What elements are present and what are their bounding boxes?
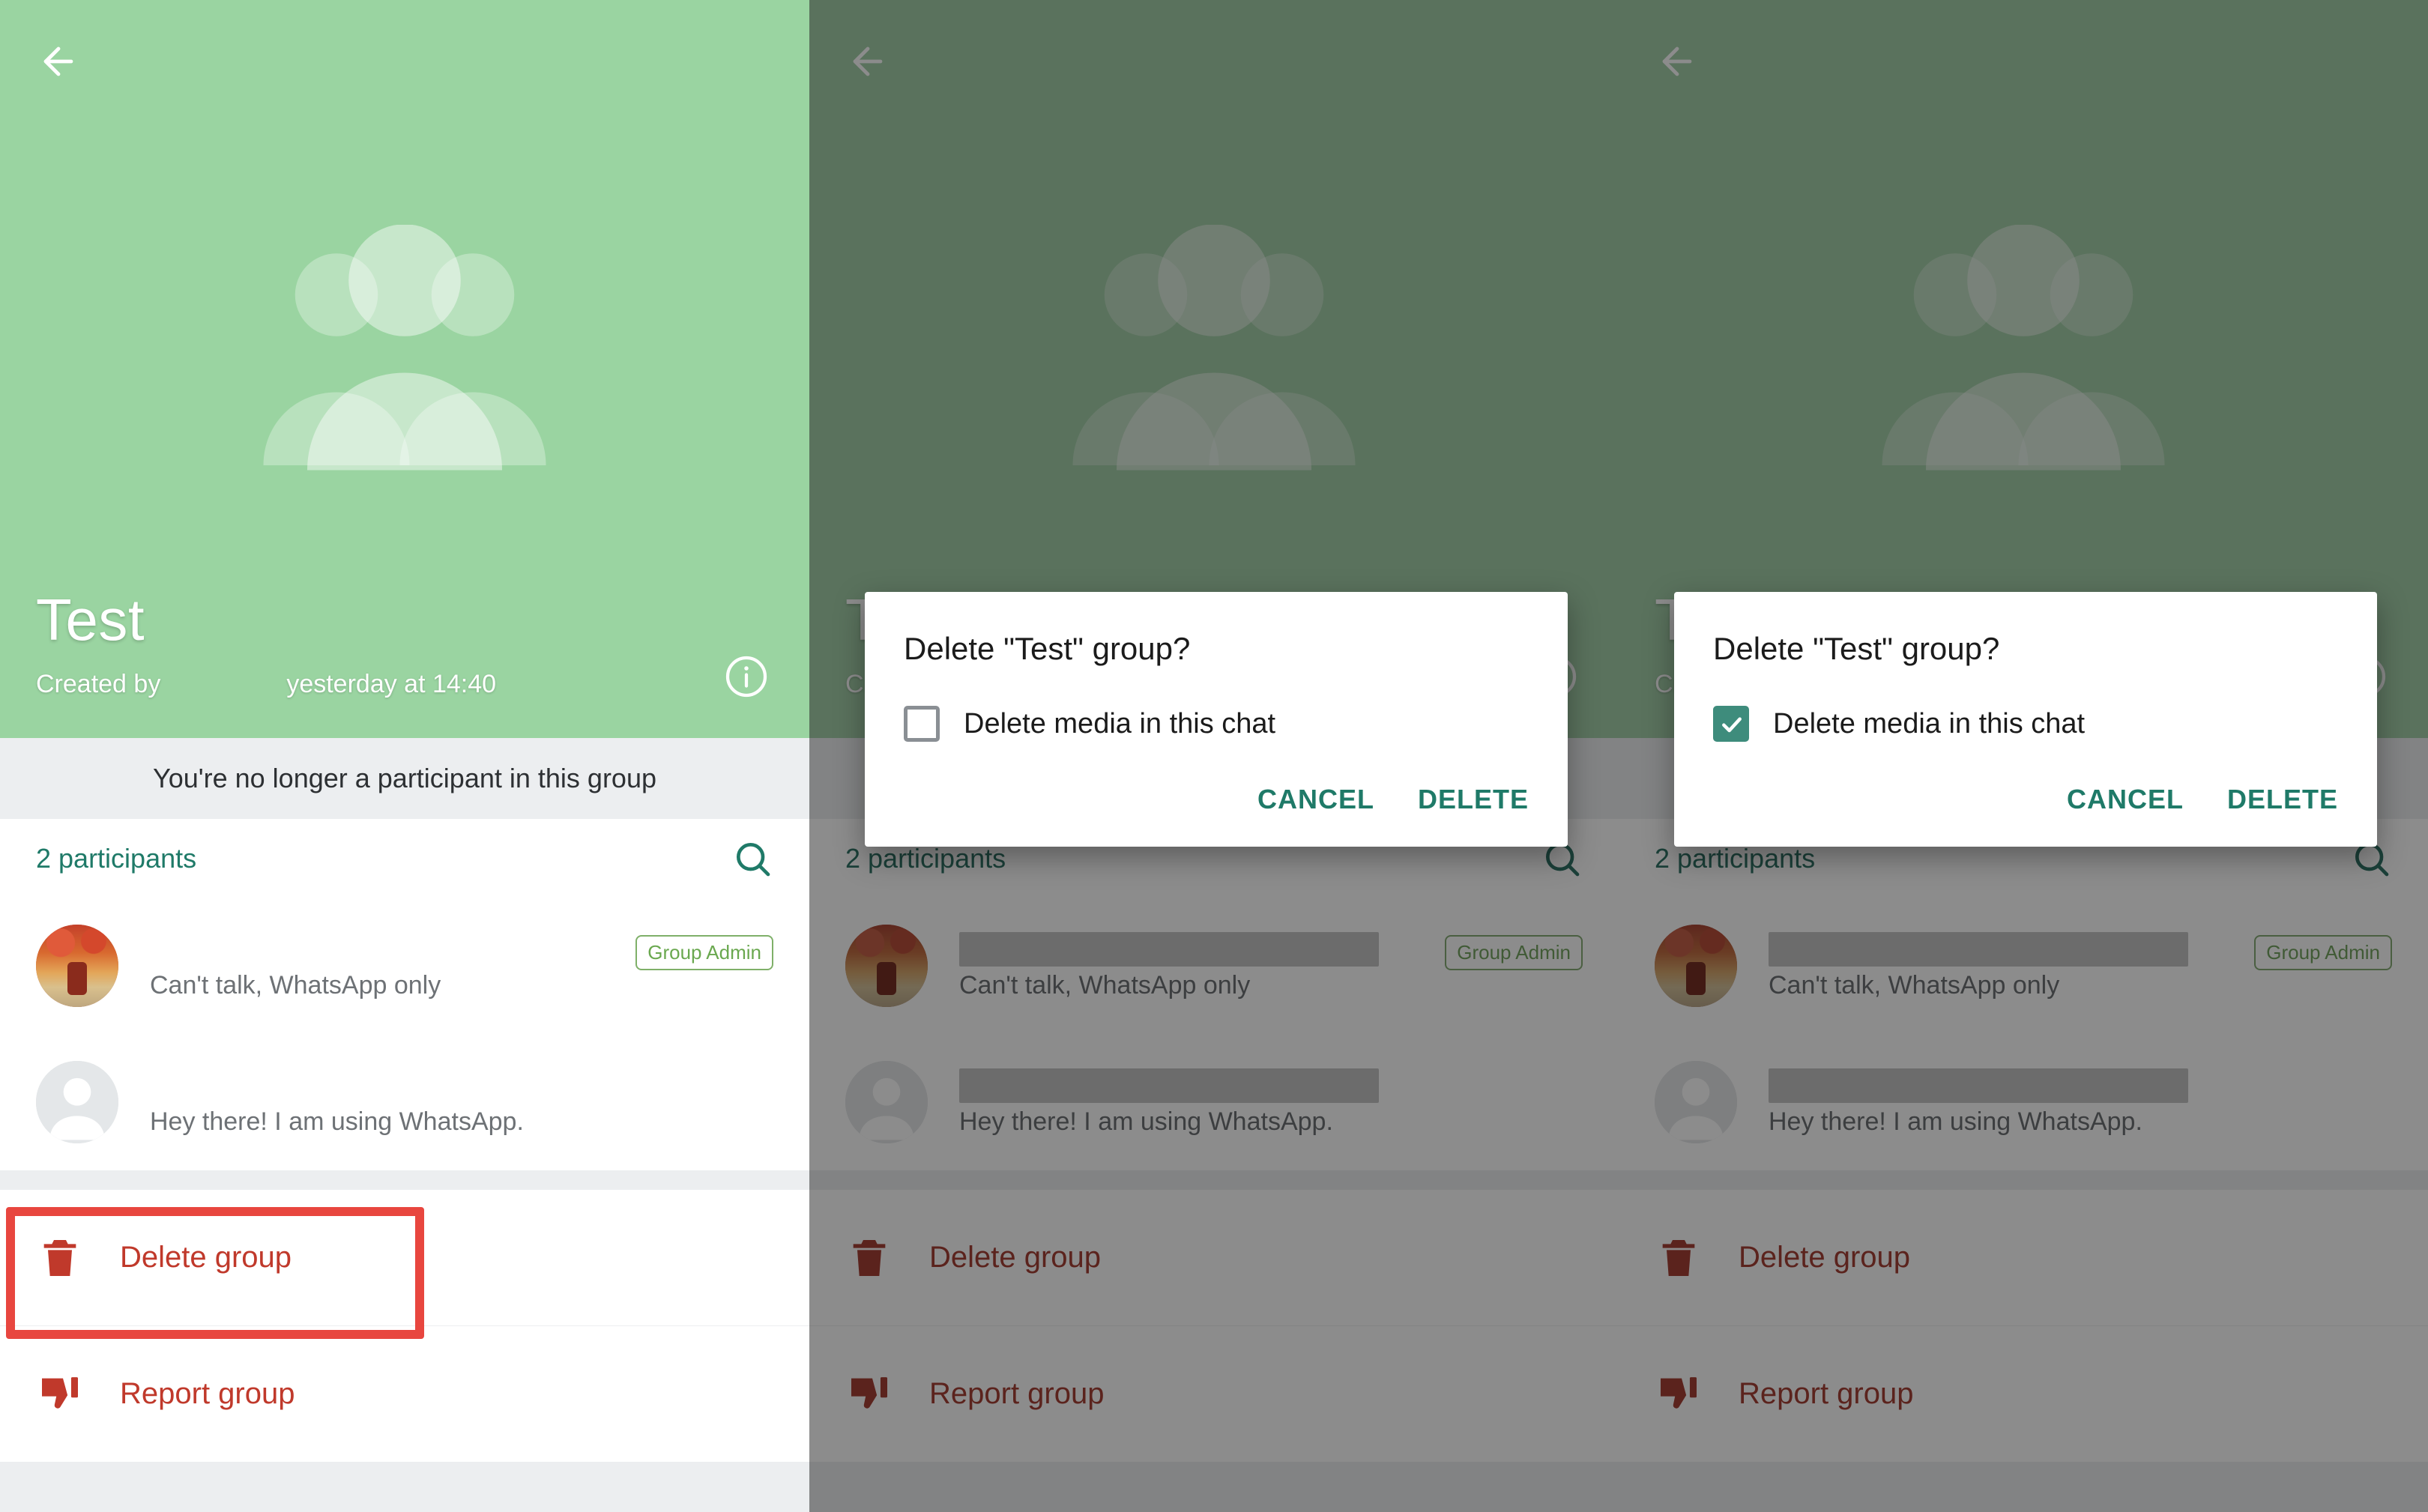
report-group-label: Report group	[929, 1377, 1105, 1410]
participant-status: Can't talk, WhatsApp only	[1769, 970, 2060, 1000]
group-title: Test	[36, 587, 145, 653]
participants-section: 2 participants Can't talk, WhatsApp only…	[809, 819, 1619, 1170]
delete-media-label: Delete media in this chat	[964, 707, 1276, 740]
participants-count: 2 participants	[1655, 842, 1816, 874]
report-group-button[interactable]: Report group	[809, 1326, 1619, 1463]
table-row[interactable]: Hey there! I am using WhatsApp.	[1619, 1034, 2428, 1170]
participants-section: 2 participants Can't talk, WhatsApp only…	[1619, 819, 2428, 1170]
participant-name	[150, 1068, 773, 1103]
back-arrow-icon[interactable]	[838, 31, 898, 91]
cancel-button[interactable]: CANCEL	[2067, 784, 2184, 815]
back-arrow-icon[interactable]	[1647, 31, 1707, 91]
screenshot-stage: Test Created by yesterday at 14:40 You'r…	[0, 0, 2428, 1512]
delete-media-checkbox[interactable]	[904, 706, 940, 742]
created-by-label: Created by	[36, 670, 161, 698]
status-badge: Group Admin	[1445, 935, 1583, 970]
danger-actions: Delete group Report group	[809, 1190, 1619, 1463]
created-time: yesterday at 14:40	[286, 670, 497, 698]
delete-group-dialog: Delete "Test" group? Delete media in thi…	[1674, 592, 2377, 847]
delete-group-button[interactable]: Delete group	[1619, 1190, 2428, 1326]
trash-icon	[36, 1234, 84, 1282]
back-arrow-icon[interactable]	[28, 31, 88, 91]
thumbs-down-icon	[36, 1370, 84, 1418]
group-hero-header: Test Created by yesterday at 14:40	[0, 0, 809, 738]
panel-delete-dialog-checked: Test Created by yesterday at 14:40 You'r…	[1619, 0, 2428, 1512]
thumbs-down-icon	[1655, 1370, 1703, 1418]
dialog-title: Delete "Test" group?	[1713, 631, 2000, 666]
participant-status: Hey there! I am using WhatsApp.	[1769, 1107, 2142, 1136]
avatar	[36, 925, 118, 1007]
report-group-label: Report group	[120, 1377, 295, 1410]
delete-group-button[interactable]: Delete group	[0, 1190, 809, 1326]
section-divider	[0, 1170, 809, 1190]
bottom-filler	[1619, 1463, 2428, 1512]
participant-name	[1769, 931, 2188, 967]
dialog-actions: CANCEL DELETE	[1713, 784, 2338, 827]
dialog-title: Delete "Test" group?	[904, 631, 1191, 666]
delete-media-checkbox-row[interactable]: Delete media in this chat	[904, 706, 1529, 742]
delete-group-label: Delete group	[1739, 1241, 1911, 1274]
danger-actions: Delete group Report group	[0, 1190, 809, 1463]
delete-group-label: Delete group	[929, 1241, 1102, 1274]
status-badge: Group Admin	[635, 935, 773, 970]
avatar	[1655, 1061, 1737, 1143]
avatar	[845, 925, 928, 1007]
delete-button[interactable]: DELETE	[1418, 784, 1529, 815]
thumbs-down-icon	[845, 1370, 893, 1418]
table-row[interactable]: Can't talk, WhatsApp only Group Admin	[0, 898, 809, 1034]
participant-status: Can't talk, WhatsApp only	[959, 970, 1251, 1000]
participants-section: 2 participants Can't talk, WhatsApp only…	[0, 819, 809, 1170]
table-row[interactable]: Hey there! I am using WhatsApp.	[809, 1034, 1619, 1170]
dialog-actions: CANCEL DELETE	[904, 784, 1529, 827]
delete-group-dialog: Delete "Test" group? Delete media in thi…	[865, 592, 1568, 847]
table-row[interactable]: Can't talk, WhatsApp only Group Admin	[809, 898, 1619, 1034]
cancel-button[interactable]: CANCEL	[1257, 784, 1374, 815]
participant-status: Can't talk, WhatsApp only	[150, 970, 441, 1000]
info-icon[interactable]	[724, 654, 769, 699]
participants-count: 2 participants	[36, 842, 197, 874]
participant-name	[959, 931, 1379, 967]
screen-content: Test Created by yesterday at 14:40 You'r…	[0, 0, 809, 1512]
participant-name	[1769, 1068, 2188, 1103]
group-created-meta: Created by yesterday at 14:40	[36, 670, 496, 699]
avatar	[845, 1061, 928, 1143]
section-divider	[1619, 1170, 2428, 1190]
participant-name	[959, 1068, 1379, 1103]
creator-name-redacted	[160, 681, 286, 689]
trash-icon	[1655, 1234, 1703, 1282]
panel-group-info: Test Created by yesterday at 14:40 You'r…	[0, 0, 809, 1512]
delete-media-label: Delete media in this chat	[1773, 707, 2086, 740]
delete-group-button[interactable]: Delete group	[809, 1190, 1619, 1326]
status-badge: Group Admin	[2254, 935, 2392, 970]
group-people-icon	[1019, 225, 1409, 472]
participants-header: 2 participants	[0, 819, 809, 898]
participant-status: Hey there! I am using WhatsApp.	[150, 1107, 524, 1136]
panel-delete-dialog-unchecked: Test Created by yesterday at 14:40 You'r…	[809, 0, 1619, 1512]
participant-status: Hey there! I am using WhatsApp.	[959, 1107, 1333, 1136]
table-row[interactable]: Can't talk, WhatsApp only Group Admin	[1619, 898, 2428, 1034]
danger-actions: Delete group Report group	[1619, 1190, 2428, 1463]
report-group-button[interactable]: Report group	[1619, 1326, 2428, 1463]
section-divider	[809, 1170, 1619, 1190]
group-people-icon	[210, 225, 600, 472]
report-group-label: Report group	[1739, 1377, 1914, 1410]
delete-media-checkbox[interactable]	[1713, 706, 1749, 742]
not-participant-banner: You're no longer a participant in this g…	[0, 738, 809, 819]
report-group-button[interactable]: Report group	[0, 1326, 809, 1463]
search-icon[interactable]	[731, 838, 773, 880]
participant-text: Hey there! I am using WhatsApp.	[959, 1068, 1583, 1137]
trash-icon	[845, 1234, 893, 1282]
table-row[interactable]: Hey there! I am using WhatsApp.	[0, 1034, 809, 1170]
group-people-icon	[1828, 225, 2218, 472]
delete-media-checkbox-row[interactable]: Delete media in this chat	[1713, 706, 2338, 742]
participant-text: Hey there! I am using WhatsApp.	[150, 1068, 773, 1137]
delete-group-label: Delete group	[120, 1241, 292, 1274]
avatar	[36, 1061, 118, 1143]
bottom-filler	[0, 1463, 809, 1512]
bottom-filler	[809, 1463, 1619, 1512]
participant-text: Hey there! I am using WhatsApp.	[1769, 1068, 2392, 1137]
avatar	[1655, 925, 1737, 1007]
participants-count: 2 participants	[845, 842, 1006, 874]
delete-button[interactable]: DELETE	[2227, 784, 2338, 815]
